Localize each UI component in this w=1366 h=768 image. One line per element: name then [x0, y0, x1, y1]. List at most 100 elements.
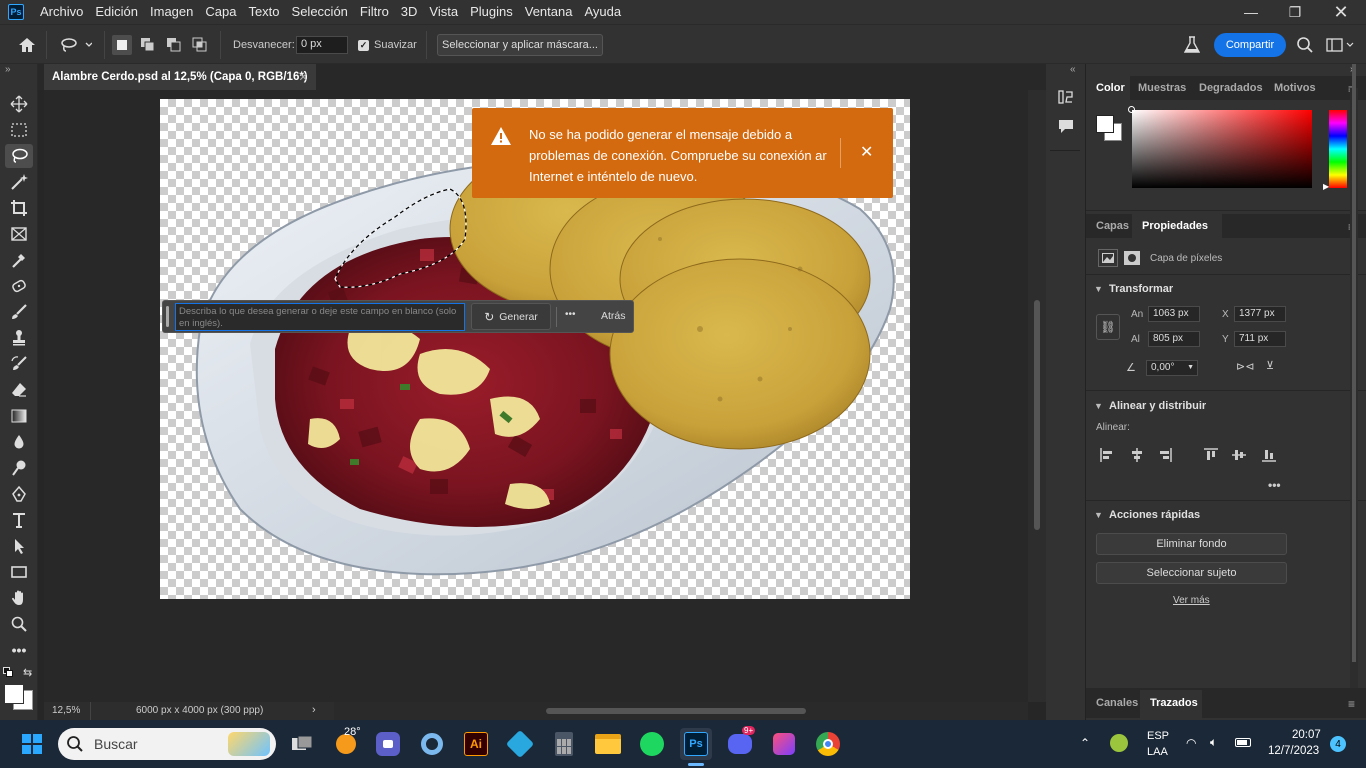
battery-icon[interactable]	[1235, 738, 1251, 747]
align-bottom-icon[interactable]	[1262, 448, 1276, 465]
collapse-panels-icon[interactable]: «	[1070, 64, 1076, 75]
home-icon[interactable]	[18, 25, 36, 65]
settings-icon[interactable]	[416, 728, 448, 760]
document-tab[interactable]: Alambre Cerdo.psd al 12,5% (Capa 0, RGB/…	[44, 64, 316, 90]
hue-slider-handle[interactable]: ▶	[1323, 182, 1329, 191]
restore-icon[interactable]: ❐	[1272, 0, 1318, 24]
taskbar-search[interactable]: Buscar	[58, 728, 276, 760]
align-left-icon[interactable]	[1100, 448, 1114, 465]
align-right-icon[interactable]	[1158, 448, 1172, 465]
select-mask-button[interactable]: Seleccionar y aplicar máscara...	[437, 34, 603, 56]
hand-tool-icon[interactable]	[5, 586, 33, 610]
document-info[interactable]: 6000 px x 4000 px (300 ppp)	[136, 705, 263, 716]
creative-cloud-icon[interactable]	[768, 728, 800, 760]
tab-channels[interactable]: Canales	[1096, 697, 1138, 709]
smooth-checkbox[interactable]: ✓	[358, 25, 369, 65]
prompt-input[interactable]: Describa lo que desea generar o deje est…	[175, 303, 465, 331]
drag-handle[interactable]	[166, 306, 169, 327]
height-input[interactable]: 805 px	[1148, 331, 1200, 347]
share-button[interactable]: Compartir	[1214, 33, 1286, 57]
gradient-tool-icon[interactable]	[5, 404, 33, 428]
type-tool-icon[interactable]	[5, 508, 33, 532]
clock-date[interactable]: 12/7/2023	[1268, 745, 1319, 757]
horizontal-scroll-thumb[interactable]	[546, 708, 806, 714]
angle-input[interactable]: 0,00° ▼	[1146, 360, 1198, 376]
minimize-icon[interactable]: —	[1228, 0, 1274, 24]
flip-horizontal-icon[interactable]: ⊳⊲	[1236, 360, 1254, 373]
history-brush-icon[interactable]	[5, 352, 33, 376]
stamp-tool-icon[interactable]	[5, 326, 33, 350]
default-colors-icon[interactable]	[3, 667, 13, 677]
horizontal-scrollbar[interactable]	[334, 702, 1028, 720]
cube-app-icon[interactable]	[504, 728, 536, 760]
menu-archivo[interactable]: Archivo	[34, 0, 89, 24]
transform-title[interactable]: Transformar	[1109, 283, 1173, 295]
menu-ayuda[interactable]: Ayuda	[578, 0, 627, 24]
discord-icon[interactable]: 9+	[724, 726, 756, 760]
pen-tool-icon[interactable]	[5, 482, 33, 506]
weather-icon[interactable]: 28°	[330, 726, 362, 760]
collapse-icon[interactable]: »	[5, 64, 11, 75]
photoshop-taskbar-icon[interactable]: Ps	[680, 728, 712, 766]
close-window-icon[interactable]: ✕	[1318, 0, 1364, 24]
width-input[interactable]: 1063 px	[1148, 306, 1200, 322]
panel-scrollbar[interactable]	[1352, 64, 1356, 662]
foreground-color-swatch[interactable]	[4, 684, 24, 704]
illustrator-icon[interactable]: Ai	[460, 728, 492, 760]
menu-plugins[interactable]: Plugins	[464, 0, 519, 24]
eyedropper-icon[interactable]	[5, 248, 33, 272]
notification-badge[interactable]: 4	[1330, 736, 1346, 752]
remove-background-button[interactable]: Eliminar fondo	[1096, 533, 1287, 555]
link-dimensions-icon[interactable]: ⛓	[1096, 314, 1120, 340]
menu-texto[interactable]: Texto	[242, 0, 285, 24]
menu-edicion[interactable]: Edición	[89, 0, 144, 24]
tray-app-icon[interactable]	[1110, 734, 1128, 752]
flask-icon[interactable]	[1184, 25, 1200, 65]
color-field[interactable]	[1128, 106, 1312, 188]
see-more-link[interactable]: Ver más	[1173, 595, 1210, 606]
wifi-icon[interactable]: ◠	[1186, 736, 1196, 750]
color-picker-marker[interactable]	[1128, 106, 1135, 113]
frame-tool-icon[interactable]	[5, 222, 33, 246]
info-arrow-icon[interactable]: ›	[312, 704, 316, 716]
select-subject-button[interactable]: Seleccionar sujeto	[1096, 562, 1287, 584]
keyboard-layout[interactable]: LAA	[1147, 746, 1168, 758]
menu-3d[interactable]: 3D	[395, 0, 424, 24]
add-selection-icon[interactable]	[140, 25, 156, 65]
more-tools-icon[interactable]: •••	[5, 638, 33, 662]
tab-color[interactable]: Color	[1096, 82, 1125, 94]
workspace-icon[interactable]	[1326, 25, 1354, 65]
align-more-icon[interactable]: •••	[1268, 478, 1281, 492]
crop-tool-icon[interactable]	[5, 196, 33, 220]
chrome-icon[interactable]	[812, 728, 844, 760]
menu-ventana[interactable]: Ventana	[519, 0, 579, 24]
zoom-level[interactable]: 12,5%	[52, 705, 80, 716]
zoom-tool-icon[interactable]	[5, 612, 33, 636]
show-hidden-icons[interactable]: ⌃	[1080, 736, 1090, 750]
more-options-icon[interactable]: •••	[565, 309, 576, 320]
transform-chevron-icon[interactable]: ▼	[1094, 284, 1103, 294]
zoom-app-icon[interactable]	[372, 728, 404, 760]
back-button[interactable]: Atrás	[601, 310, 626, 322]
align-vcenter-icon[interactable]	[1232, 448, 1246, 465]
align-top-icon[interactable]	[1204, 448, 1218, 465]
tab-layers[interactable]: Capas	[1096, 220, 1129, 232]
y-input[interactable]: 711 px	[1234, 331, 1286, 347]
windows-start-icon[interactable]	[16, 728, 48, 760]
move-tool-icon[interactable]	[5, 92, 33, 116]
search-icon[interactable]	[1296, 25, 1314, 65]
quick-actions-title[interactable]: Acciones rápidas	[1109, 509, 1200, 521]
path-selection-icon[interactable]	[5, 534, 33, 558]
menu-vista[interactable]: Vista	[423, 0, 464, 24]
paths-menu-icon[interactable]: ≡	[1348, 697, 1355, 711]
tab-paths[interactable]: Trazados	[1150, 697, 1198, 709]
lasso-tool-icon[interactable]	[5, 144, 33, 168]
marquee-tool-icon[interactable]	[5, 118, 33, 142]
volume-icon[interactable]: 🔈︎	[1210, 735, 1217, 750]
file-explorer-icon[interactable]	[592, 728, 624, 760]
dodge-tool-icon[interactable]	[5, 456, 33, 480]
feather-input[interactable]: 0 px	[296, 36, 348, 54]
tab-swatches[interactable]: Muestras	[1138, 82, 1186, 94]
healing-brush-icon[interactable]	[5, 274, 33, 298]
eraser-tool-icon[interactable]	[5, 378, 33, 402]
